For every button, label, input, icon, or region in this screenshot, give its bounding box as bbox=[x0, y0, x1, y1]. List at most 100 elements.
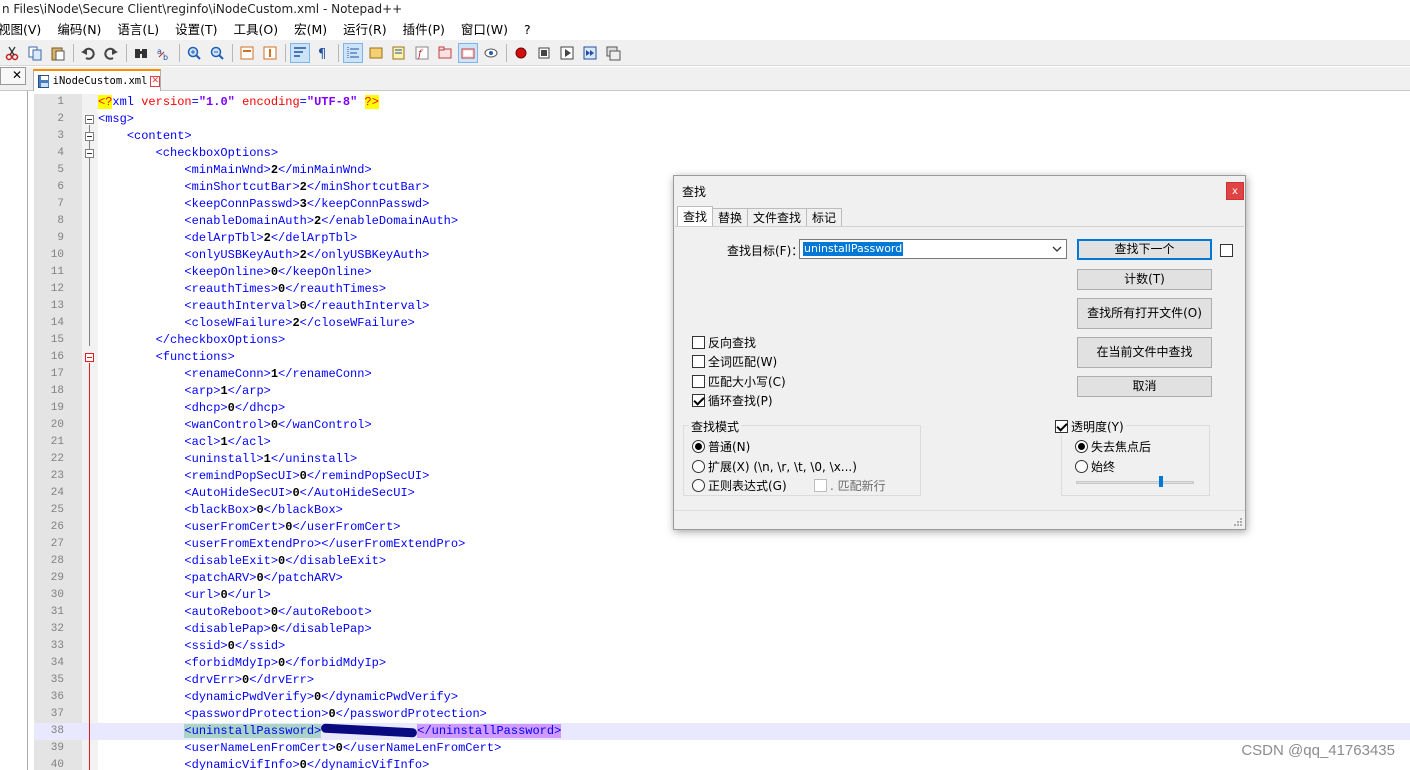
code-text: <reauthInterval>0</reauthInterval> bbox=[184, 299, 430, 313]
undo-icon[interactable] bbox=[78, 43, 98, 63]
code-line[interactable]: 3 <content> bbox=[34, 128, 1410, 145]
menu-item[interactable]: 工具(O) bbox=[226, 20, 287, 40]
code-line[interactable]: 33 <ssid>0</ssid> bbox=[34, 638, 1410, 655]
cut-icon[interactable] bbox=[2, 43, 22, 63]
code-line[interactable]: 2 <msg> bbox=[34, 111, 1410, 128]
search-mode-extended-radio[interactable]: 扩展(X) (\n, \r, \t, \0, \x...) bbox=[692, 458, 857, 475]
find-icon[interactable] bbox=[131, 43, 151, 63]
transparency-slider-thumb[interactable] bbox=[1159, 476, 1163, 487]
tab-file-inodecustom[interactable]: iNodeCustom.xml ✕ bbox=[33, 69, 161, 91]
resize-grip-icon[interactable] bbox=[1233, 517, 1243, 527]
transparency-always-radio[interactable]: 始终 bbox=[1075, 458, 1115, 475]
fold-toggle-icon[interactable] bbox=[85, 132, 94, 141]
code-line[interactable]: 4 <checkboxOptions> bbox=[34, 145, 1410, 162]
transparency-checkbox[interactable]: 透明度(Y) bbox=[1055, 418, 1126, 435]
menu-item[interactable]: 设置(T) bbox=[167, 20, 225, 40]
find-all-current-doc-button[interactable]: 在当前文件中查找 bbox=[1077, 337, 1212, 368]
redo-icon[interactable] bbox=[101, 43, 121, 63]
search-mode-normal-radio[interactable]: 普通(N) bbox=[692, 438, 750, 455]
wrap-around-checkbox[interactable]: 循环查找(P) bbox=[692, 392, 773, 409]
code-text: <content> bbox=[126, 129, 192, 143]
paste-icon[interactable] bbox=[48, 43, 68, 63]
menu-item[interactable]: 宏(M) bbox=[286, 20, 335, 40]
find-all-open-docs-button[interactable]: 查找所有打开文件(O) bbox=[1077, 298, 1212, 329]
tab-find-in-files[interactable]: 文件查找 bbox=[747, 208, 808, 227]
count-button[interactable]: 计数(T) bbox=[1077, 269, 1212, 290]
menu-item[interactable]: 窗口(W) bbox=[453, 20, 516, 40]
save-macro-icon[interactable] bbox=[603, 43, 623, 63]
user-lang-icon[interactable] bbox=[366, 43, 386, 63]
function-list-icon[interactable]: f bbox=[412, 43, 432, 63]
radio-dot bbox=[692, 460, 705, 473]
code-line[interactable]: 39 <userNameLenFromCert>0</userNameLenFr… bbox=[34, 740, 1410, 757]
copy-icon[interactable] bbox=[25, 43, 45, 63]
sync-vertical-icon[interactable] bbox=[237, 43, 257, 63]
code-line[interactable]: 28 <disableExit>0</disableExit> bbox=[34, 553, 1410, 570]
code-line[interactable]: 35 <drvErr>0</drvErr> bbox=[34, 672, 1410, 689]
line-number: 16 bbox=[50, 351, 64, 363]
zoom-out-icon[interactable] bbox=[207, 43, 227, 63]
transparency-on-lose-focus-radio[interactable]: 失去焦点后 bbox=[1075, 438, 1151, 455]
folder-workspace-icon[interactable] bbox=[435, 43, 455, 63]
zoom-in-icon[interactable] bbox=[184, 43, 204, 63]
run-macro-multiple-icon[interactable] bbox=[580, 43, 600, 63]
search-mode-regex-radio[interactable]: 正则表达式(G) bbox=[692, 477, 787, 494]
menu-item[interactable]: 插件(P) bbox=[395, 20, 453, 40]
checkbox-box bbox=[692, 375, 705, 388]
code-line[interactable]: 29 <patchARV>0</patchARV> bbox=[34, 570, 1410, 587]
find-next-extra-checkbox[interactable] bbox=[1220, 244, 1233, 257]
tab-close-icon[interactable]: ✕ bbox=[150, 75, 160, 87]
backward-direction-checkbox[interactable]: 反向查找 bbox=[692, 334, 756, 351]
code-line[interactable]: 1 <?xml version="1.0" encoding="UTF-8" ?> bbox=[34, 94, 1410, 111]
menu-item[interactable]: 语言(L) bbox=[109, 20, 167, 40]
match-case-checkbox[interactable]: 匹配大小写(C) bbox=[692, 373, 786, 390]
eye-icon[interactable] bbox=[481, 43, 501, 63]
checkbox-box bbox=[692, 355, 705, 368]
line-number: 25 bbox=[50, 504, 64, 516]
show-all-chars-icon[interactable]: ¶ bbox=[313, 43, 333, 63]
stop-macro-icon[interactable] bbox=[534, 43, 554, 63]
code-line[interactable]: 27 <userFromExtendPro></userFromExtendPr… bbox=[34, 536, 1410, 553]
code-line[interactable]: 32 <disablePap>0</disablePap> bbox=[34, 621, 1410, 638]
find-what-input[interactable]: uninstallPassword bbox=[799, 239, 1067, 259]
tab-replace[interactable]: 替换 bbox=[712, 208, 749, 227]
code-line[interactable]: 31 <autoReboot>0</autoReboot> bbox=[34, 604, 1410, 621]
code-line[interactable]: 37 <passwordProtection>0</passwordProtec… bbox=[34, 706, 1410, 723]
find-next-button[interactable]: 查找下一个 bbox=[1077, 239, 1212, 260]
menu-item[interactable]: 运行(R) bbox=[335, 20, 394, 40]
word-wrap-icon[interactable] bbox=[290, 42, 310, 63]
menu-item[interactable]: ? bbox=[516, 20, 539, 40]
play-macro-icon[interactable] bbox=[557, 43, 577, 63]
dialog-close-button[interactable]: x bbox=[1226, 182, 1244, 200]
fold-toggle-icon[interactable] bbox=[85, 115, 94, 124]
whole-word-checkbox[interactable]: 全词匹配(W) bbox=[692, 353, 777, 370]
code-line[interactable]: 30 <url>0</url> bbox=[34, 587, 1410, 604]
menu-item[interactable]: 视图(V) bbox=[0, 20, 49, 40]
code-line[interactable]: 40 <dynamicVifInfo>0</dynamicVifInfo> bbox=[34, 757, 1410, 770]
indent-guide-icon[interactable] bbox=[343, 42, 363, 63]
menu-item[interactable]: 编码(N) bbox=[49, 20, 109, 40]
close-panel-button[interactable]: ✕ bbox=[0, 67, 26, 85]
doc-map-icon[interactable] bbox=[389, 43, 409, 63]
window-title: n Files\iNode\Secure Client\reginfo\iNod… bbox=[0, 0, 1410, 20]
dot-matches-newline-checkbox[interactable]: . 匹配新行 bbox=[814, 477, 886, 494]
replace-icon[interactable]: ab bbox=[154, 43, 174, 63]
line-number: 28 bbox=[50, 555, 64, 567]
tab-mark[interactable]: 标记 bbox=[806, 208, 843, 227]
cancel-button[interactable]: 取消 bbox=[1077, 376, 1212, 397]
fold-toggle-icon[interactable] bbox=[85, 149, 94, 158]
code-text: <acl>1</acl> bbox=[184, 435, 271, 449]
sync-horizontal-icon[interactable] bbox=[260, 43, 280, 63]
code-line[interactable]: 38 <uninstallPassword> </uninstallPasswor… bbox=[34, 723, 1410, 740]
find-panel: 查找目标(F)： uninstallPassword 查找下一个 计数(T) 查… bbox=[675, 226, 1244, 510]
monitoring-icon[interactable] bbox=[458, 42, 478, 63]
transparency-slider-track[interactable] bbox=[1076, 481, 1194, 484]
chevron-down-icon[interactable] bbox=[1051, 243, 1063, 255]
fold-toggle-icon[interactable] bbox=[85, 353, 94, 362]
line-number: 30 bbox=[50, 589, 64, 601]
code-text: <?xml version="1.0" encoding="UTF-8" ?> bbox=[98, 95, 379, 109]
code-line[interactable]: 34 <forbidMdyIp>0</forbidMdyIp> bbox=[34, 655, 1410, 672]
record-macro-icon[interactable] bbox=[511, 43, 531, 63]
code-line[interactable]: 36 <dynamicPwdVerify>0</dynamicPwdVerify… bbox=[34, 689, 1410, 706]
tab-find[interactable]: 查找 bbox=[677, 206, 714, 227]
